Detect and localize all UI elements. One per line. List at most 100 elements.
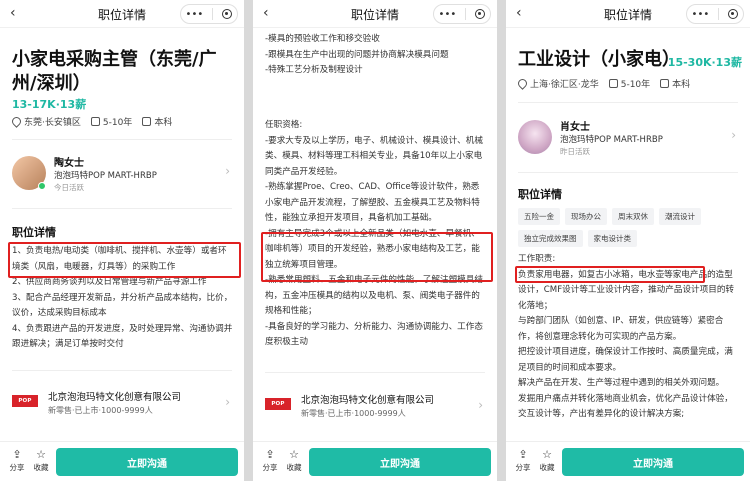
salary: 13-17K·13薪 [12,98,87,111]
divider [265,372,485,373]
experience: 5-10年 [620,80,651,90]
recruiter-name: 陶女士 [54,158,84,169]
job-description-continued: -模具的预验收工作和移交验收 -跟模具在生产中出现的问题并协商解决模具问题 -特… [265,32,487,79]
collect-button[interactable]: ☆ 收藏 [30,448,52,473]
share-button[interactable]: ⇪ 分享 [259,448,281,473]
recruiter-org: 泡泡玛特POP MART-HRBP [560,135,663,145]
chevron-right-icon: › [225,164,230,178]
chevron-right-icon: › [731,128,736,142]
requirements: 任职资格: -要求大专及以上学历，电子、机械设计、模具设计、机械类、模具、材料等… [265,118,487,351]
job-meta: 东莞·长安镇区 5-10年 本科 [10,115,182,128]
mini-program-capsule[interactable]: ••• [686,4,744,24]
briefcase-icon [90,117,100,126]
recruiter-card[interactable]: 肖女士 泡泡玛特POP MART-HRBP 昨日活跃 › [518,116,738,160]
phone-screen-2: ‹ 职位详情 ••• -模具的预验收工作和移交验收 -跟模具在生产中出现的问题并… [253,0,497,481]
close-circle-icon[interactable] [222,9,233,19]
tag: 五险一金 [518,208,560,225]
job-detail-content[interactable]: 工业设计（小家电） 15-30K·13薪 上海·徐汇区·龙华 5-10年 本科 … [506,28,750,441]
description-line: -模具的预验收工作和移交验收 [265,34,380,44]
tag: 家电设计类 [587,230,637,247]
company-meta: 新零售·已上市·1000-9999人 [48,406,153,415]
bottom-action-bar: ⇪ 分享 ☆ 收藏 立即沟通 [253,441,497,481]
collect-button[interactable]: ☆ 收藏 [283,448,305,473]
job-detail-content[interactable]: -模具的预验收工作和移交验收 -跟模具在生产中出现的问题并协商解决模具问题 -特… [253,28,497,441]
education: 本科 [154,118,173,128]
recruiter-name: 肖女士 [560,122,590,133]
description-line: 3、配合产品经理开发新品，并分析产品成本结构，比价，议价，达成采购目标成本 [12,292,233,319]
chat-now-button[interactable]: 立即沟通 [309,448,491,476]
company-card[interactable]: POP MART 北京泡泡玛特文化创意有限公司 新零售·已上市·1000-999… [265,388,485,428]
divider [518,172,738,173]
share-button[interactable]: ⇪ 分享 [512,448,534,473]
location-pin-icon [10,115,23,128]
capsule-divider [212,8,214,20]
location-pin-icon [516,77,529,90]
star-icon: ☆ [542,448,552,461]
share-icon: ⇪ [265,448,275,461]
tag: 潮流设计 [659,208,701,225]
description-line: -跟模具在生产中出现的问题并协商解决模具问题 [265,49,449,60]
company-name: 北京泡泡玛特文化创意有限公司 [301,395,435,406]
online-status-dot [38,182,46,190]
job-title: 小家电采购主管（东莞/广州/深圳） [12,49,217,94]
company-card[interactable]: POP MART 北京泡泡玛特文化创意有限公司 新零售·已上市·1000-999… [12,385,232,425]
location: 东莞·长安镇区 [24,118,81,128]
company-meta: 新零售·已上市·1000-9999人 [301,409,406,418]
duty-line: 与跨部门团队（如创意、IP、研发，供应链等）紧密合作，将创意理念转化为可实现的产… [518,316,724,342]
chevron-right-icon: › [225,395,230,409]
close-circle-icon[interactable] [728,9,739,19]
close-circle-icon[interactable] [475,9,486,19]
graduation-cap-icon [142,117,152,126]
recruiter-card[interactable]: 陶女士 泡泡玛特POP MART-HRBP 今日活跃 › [12,152,232,196]
mini-program-capsule[interactable]: ••• [180,4,238,24]
tag-list: 五险一金 现场办公 周末双休 潮流设计 独立完成效果图 家电设计类 [518,208,742,252]
bottom-action-bar: ⇪ 分享 ☆ 收藏 立即沟通 [506,441,750,481]
briefcase-icon [608,79,618,88]
company-logo: POP MART [265,398,291,419]
job-title: 工业设计（小家电） [518,49,680,70]
mini-program-capsule[interactable]: ••• [433,4,491,24]
collect-button[interactable]: ☆ 收藏 [536,448,558,473]
nav-bar: ‹ 职位详情 ••• [0,0,244,28]
capsule-divider [465,8,467,20]
nav-bar: ‹ 职位详情 ••• [506,0,750,28]
chat-now-button[interactable]: 立即沟通 [56,448,238,476]
education: 本科 [672,80,691,90]
tag: 现场办公 [565,208,607,225]
more-icon[interactable]: ••• [439,9,457,20]
requirement-line: -熟悉常用塑料、五金和电子元件的性能，了解注塑模具结构，五金冲压模具的结构以及电… [265,275,483,316]
nav-bar: ‹ 职位详情 ••• [253,0,497,28]
chat-now-button[interactable]: 立即沟通 [562,448,744,476]
divider [518,102,738,103]
requirement-line: -要求大专及以上学历，电子、机械设计、模具设计、机械类、模具、材料等理工科相关专… [265,135,483,177]
tag: 独立完成效果图 [518,230,583,247]
phone-screen-3: ‹ 职位详情 ••• 工业设计（小家电） 15-30K·13薪 上海·徐汇区·龙… [506,0,750,481]
duty-line: 负责家用电器，如复古小冰箱，电水壶等家电产品的造型设计，CMF设计等工业设计内容… [518,269,735,311]
requirement-line: -具备良好的学习能力、分析能力、沟通协调能力、工作态度积极主动 [265,321,483,348]
recruiter-active-status: 昨日活跃 [560,147,590,156]
salary: 15-30K·13薪 [667,56,742,69]
description-line: 4、负责跟进产品的开发进度，及时处理异常、沟通协调并跟进解决；满足订单按时交付 [12,323,233,350]
chevron-right-icon: › [478,398,483,412]
section-title: 职位详情 [518,188,562,201]
share-button[interactable]: ⇪ 分享 [6,448,28,473]
bottom-action-bar: ⇪ 分享 ☆ 收藏 立即沟通 [0,441,244,481]
section-title: 职位详情 [12,226,56,239]
job-detail-content[interactable]: 小家电采购主管（东莞/广州/深圳） 13-17K·13薪 东莞·长安镇区 5-1… [0,28,244,441]
divider [12,139,232,140]
graduation-cap-icon [660,79,670,88]
capsule-divider [718,8,720,20]
more-icon[interactable]: ••• [692,9,710,20]
description-line: -特殊工艺分析及制程设计 [265,65,363,75]
description-line: 1、负责电热/电动类（咖啡机、搅拌机、水壶等）或者环境类（风扇，电暖器，灯具等）… [12,246,227,272]
duty-line: 把控设计项目进度，确保设计工作按时、高质量完成，满足项目的时间和成本要求。 [518,347,733,373]
divider [12,208,232,209]
recruiter-org: 泡泡玛特POP MART-HRBP [54,171,157,181]
phone-screen-1: ‹ 职位详情 ••• 小家电采购主管（东莞/广州/深圳） 13-17K·13薪 … [0,0,244,481]
job-meta: 上海·徐汇区·龙华 5-10年 本科 [516,77,700,90]
location: 上海·徐汇区·龙华 [530,80,599,90]
duties-title: 工作职责: [518,254,556,264]
more-icon[interactable]: ••• [186,9,204,20]
requirement-line: -拥有主导完成3个或以上全新品类（如电水壶、早餐机、咖啡机等）项目的开发经验，熟… [265,228,480,270]
experience: 5-10年 [102,118,133,128]
